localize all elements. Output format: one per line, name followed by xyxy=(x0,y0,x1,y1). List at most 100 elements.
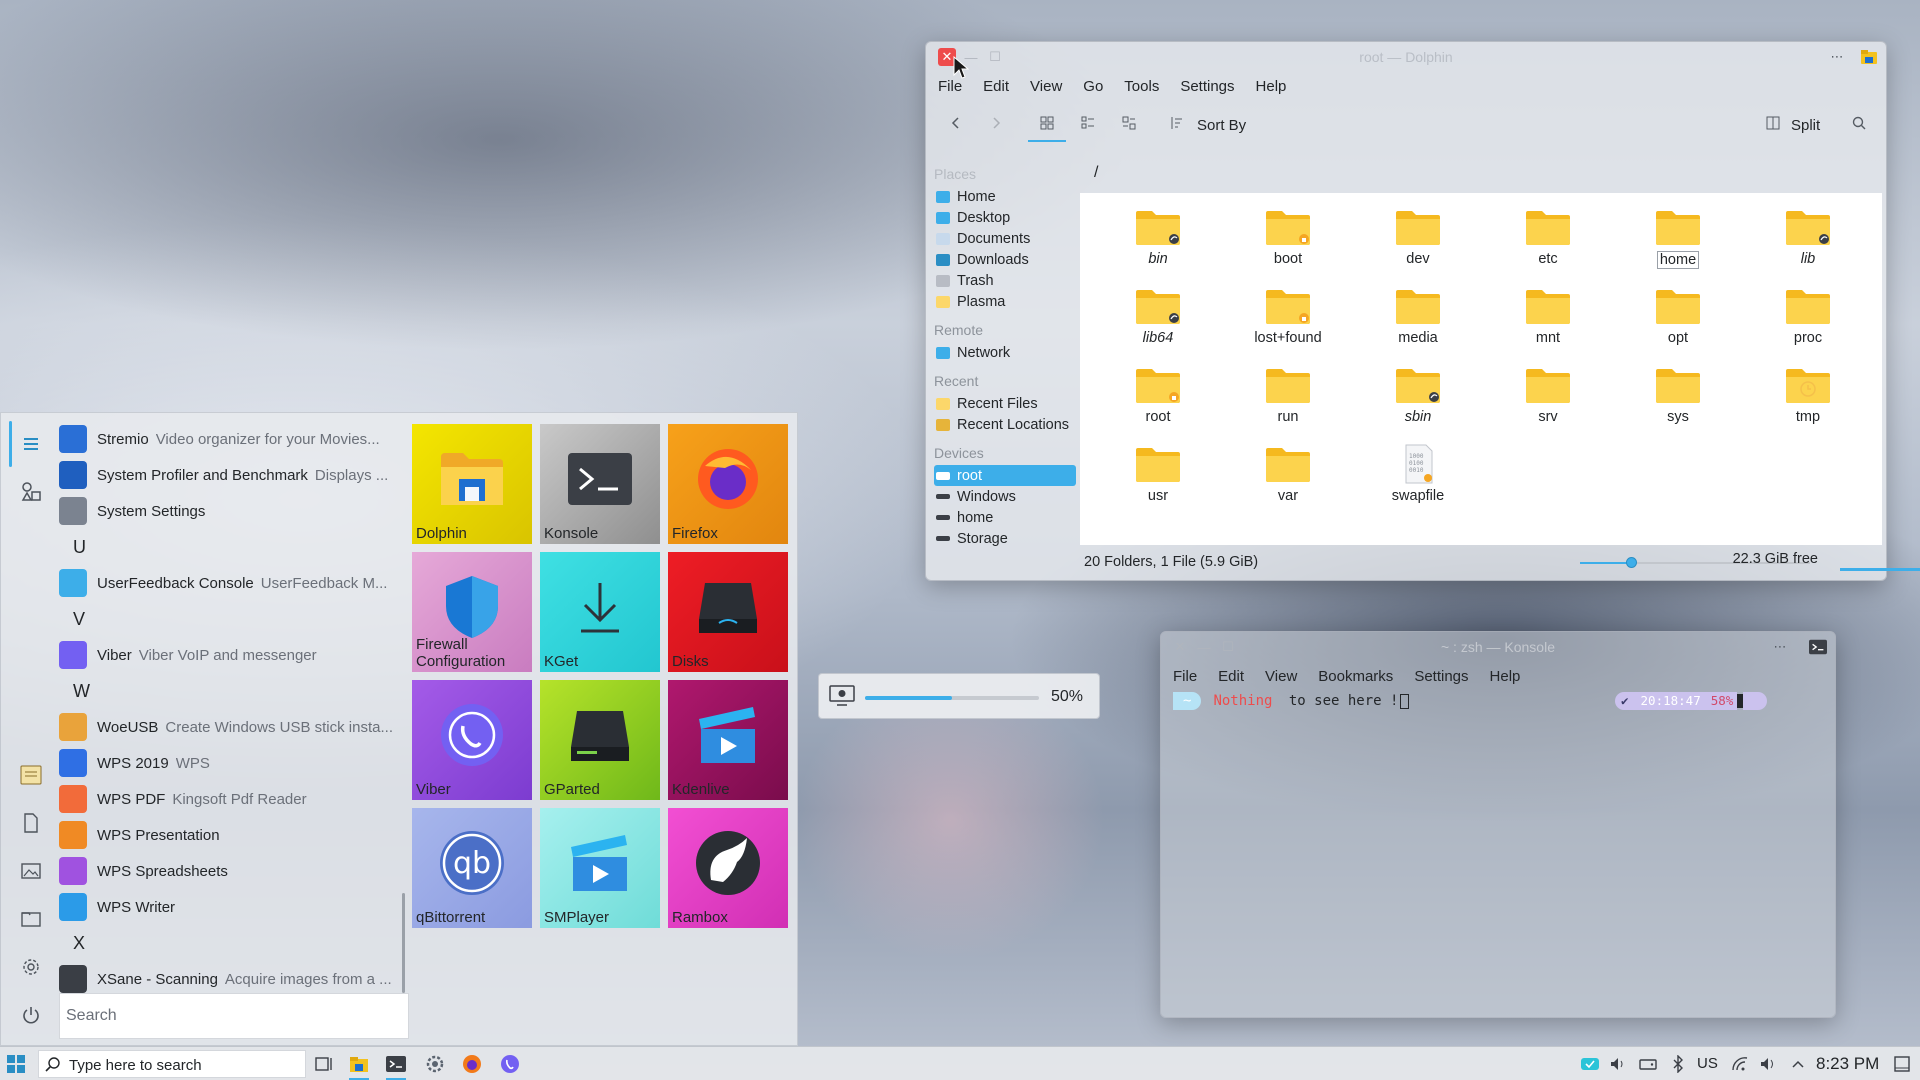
app-tile[interactable]: Firefox xyxy=(668,424,788,544)
details-view-button[interactable] xyxy=(1116,110,1142,136)
menu-view[interactable]: View xyxy=(1259,665,1303,689)
app-tile[interactable]: Viber xyxy=(412,680,532,800)
place-plasma[interactable]: Plasma xyxy=(934,291,1084,312)
categories-icon[interactable] xyxy=(20,480,42,502)
all-apps-icon[interactable] xyxy=(20,433,42,455)
file-item[interactable]: dev xyxy=(1353,199,1483,278)
file-item[interactable]: opt xyxy=(1613,278,1743,357)
place-recent-locations[interactable]: Recent Locations xyxy=(934,414,1084,435)
app-tile[interactable]: GParted xyxy=(540,680,660,800)
file-item[interactable]: lost+found xyxy=(1223,278,1353,357)
file-item[interactable]: sys xyxy=(1613,357,1743,436)
menu-settings[interactable]: Settings xyxy=(1174,75,1240,99)
konsole-window[interactable]: ✕ — ☐ ~ : zsh — Konsole ⋯ File Edit View… xyxy=(1160,631,1836,1018)
file-manager-icon[interactable] xyxy=(20,908,42,930)
notes-icon[interactable] xyxy=(20,764,42,786)
file-item[interactable]: 1000 0100 0010 swapfile xyxy=(1353,436,1483,515)
start-button[interactable] xyxy=(4,1052,28,1076)
keyboard-layout[interactable]: US xyxy=(1697,1055,1718,1072)
menu-settings[interactable]: Settings xyxy=(1408,665,1474,689)
app-list-item[interactable]: Stremio Video organizer for your Movies..… xyxy=(59,421,399,457)
task-view-icon[interactable] xyxy=(312,1052,336,1076)
drive-tray-icon[interactable] xyxy=(1636,1052,1660,1076)
app-list-item[interactable]: WPS Presentation xyxy=(59,817,399,853)
file-item[interactable]: root xyxy=(1093,357,1223,436)
device-root[interactable]: root xyxy=(934,465,1076,486)
app-tile[interactable]: Disks xyxy=(668,552,788,672)
device-home[interactable]: home xyxy=(934,507,1084,528)
file-item[interactable]: sbin xyxy=(1353,357,1483,436)
terminal-prompt-line[interactable]: ~ Nothing to see here ! xyxy=(1173,692,1410,710)
clock[interactable]: 8:23 PM xyxy=(1816,1054,1879,1074)
place-trash[interactable]: Trash xyxy=(934,270,1084,291)
app-list-item[interactable]: System Profiler and Benchmark Displays ..… xyxy=(59,457,399,493)
app-tile[interactable]: Kdenlive xyxy=(668,680,788,800)
document-icon[interactable] xyxy=(20,812,42,834)
file-item[interactable]: etc xyxy=(1483,199,1613,278)
volume-icon[interactable] xyxy=(1606,1052,1630,1076)
app-tile[interactable]: Firewall Configuration xyxy=(412,552,532,672)
app-tile[interactable]: Dolphin xyxy=(412,424,532,544)
device-windows[interactable]: Windows xyxy=(934,486,1084,507)
file-item[interactable]: boot xyxy=(1223,199,1353,278)
menu-go[interactable]: Go xyxy=(1077,75,1109,99)
search-icon[interactable] xyxy=(1846,110,1872,136)
file-item[interactable]: home xyxy=(1613,199,1743,278)
place-recent-files[interactable]: Recent Files xyxy=(934,393,1084,414)
menu-help[interactable]: Help xyxy=(1250,75,1293,99)
power-icon[interactable] xyxy=(20,1004,42,1026)
file-item[interactable]: mnt xyxy=(1483,278,1613,357)
file-item[interactable]: lib64 xyxy=(1093,278,1223,357)
dolphin-window[interactable]: ✕ — ☐ root — Dolphin ⋯ File Edit View Go… xyxy=(925,41,1920,581)
file-item[interactable]: bin xyxy=(1093,199,1223,278)
file-view[interactable]: bin boot dev etc home lib lib64 lost+found media… xyxy=(1080,193,1882,545)
app-list-item[interactable]: WPS Writer xyxy=(59,889,399,925)
menu-bookmarks[interactable]: Bookmarks xyxy=(1312,665,1399,689)
menu-view[interactable]: View xyxy=(1024,75,1068,99)
app-list-item[interactable]: Viber Viber VoIP and messenger xyxy=(59,637,399,673)
sort-by-button[interactable]: Sort By xyxy=(1197,117,1246,134)
file-item[interactable]: var xyxy=(1223,436,1353,515)
app-list-item[interactable]: WPS Spreadsheets xyxy=(59,853,399,889)
menu-tools[interactable]: Tools xyxy=(1118,75,1165,99)
konsole-taskbar-icon[interactable] xyxy=(384,1052,408,1080)
menu-edit[interactable]: Edit xyxy=(977,75,1015,99)
place-documents[interactable]: Documents xyxy=(934,228,1084,249)
breadcrumb[interactable]: / xyxy=(1094,164,1098,182)
sort-icon[interactable] xyxy=(1163,110,1189,136)
menu-help[interactable]: Help xyxy=(1484,665,1527,689)
app-list-item[interactable]: WoeUSB Create Windows USB stick insta... xyxy=(59,709,399,745)
icons-view-button[interactable] xyxy=(1028,110,1066,142)
forward-button[interactable] xyxy=(983,110,1009,136)
settings-taskbar-icon[interactable] xyxy=(423,1052,447,1076)
viber-taskbar-icon[interactable] xyxy=(498,1052,522,1076)
back-button[interactable] xyxy=(943,110,969,136)
split-icon[interactable] xyxy=(1760,110,1786,136)
app-list-item[interactable]: System Settings xyxy=(59,493,399,529)
zoom-slider-handle[interactable] xyxy=(1625,557,1637,568)
file-item[interactable]: tmp xyxy=(1743,357,1873,436)
bluetooth-icon[interactable] xyxy=(1666,1052,1690,1076)
compact-view-button[interactable] xyxy=(1075,110,1101,136)
update-check-icon[interactable] xyxy=(1578,1052,1602,1076)
app-list-item[interactable]: XSane - Scanning Acquire images from a ..… xyxy=(59,961,399,997)
device-storage[interactable]: Storage xyxy=(934,528,1084,549)
app-list-item[interactable]: WPS 2019 WPS xyxy=(59,745,399,781)
app-list-item[interactable]: UserFeedback Console UserFeedback M... xyxy=(59,565,399,601)
app-tile[interactable]: Konsole xyxy=(540,424,660,544)
app-tile[interactable]: SMPlayer xyxy=(540,808,660,928)
app-tile[interactable]: Rambox xyxy=(668,808,788,928)
file-item[interactable]: srv xyxy=(1483,357,1613,436)
more-icon[interactable]: ⋯ xyxy=(1771,638,1789,656)
gear-icon[interactable] xyxy=(20,956,42,978)
file-item[interactable]: media xyxy=(1353,278,1483,357)
more-icon[interactable]: ⋯ xyxy=(1828,48,1846,66)
place-downloads[interactable]: Downloads xyxy=(934,249,1084,270)
app-list-item[interactable]: WPS PDF Kingsoft Pdf Reader xyxy=(59,781,399,817)
file-item[interactable]: proc xyxy=(1743,278,1873,357)
dolphin-taskbar-icon[interactable] xyxy=(347,1052,371,1080)
app-tile[interactable]: qb qBittorrent xyxy=(412,808,532,928)
audio-icon[interactable] xyxy=(1756,1052,1780,1076)
show-desktop-icon[interactable] xyxy=(1890,1052,1914,1076)
split-button[interactable]: Split xyxy=(1791,117,1820,134)
